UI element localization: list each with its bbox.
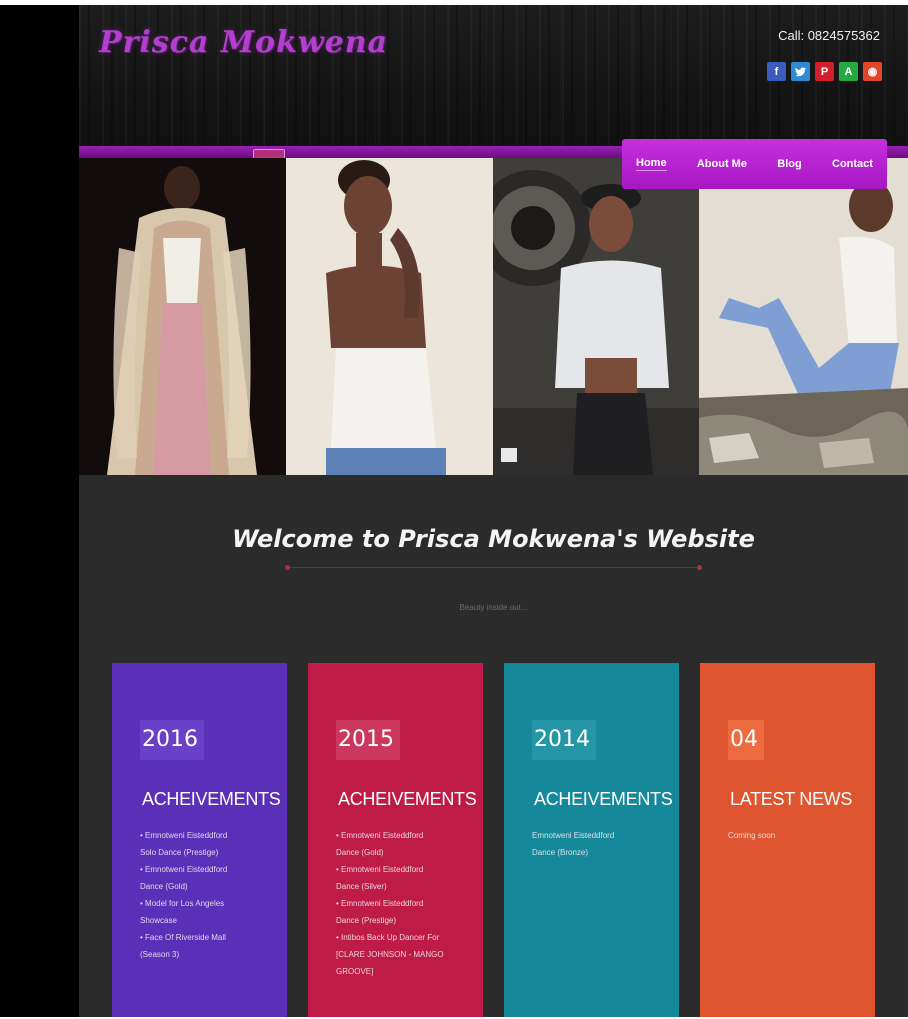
pinterest-icon[interactable]: P: [815, 62, 834, 81]
list-item: • Emnotweni Eisteddford: [140, 865, 228, 874]
photo-gallery: [79, 158, 908, 475]
card-year: 2015: [336, 720, 400, 760]
android-icon[interactable]: A: [839, 62, 858, 81]
list-item: Dance (Gold): [336, 848, 384, 857]
list-item: (Season 3): [140, 950, 180, 959]
list-item: • Intibos Back Up Dancer For: [336, 933, 440, 942]
card-items: • Emnotweni Eisteddford Dance (Gold) • E…: [336, 827, 466, 980]
card-items: • Emnotweni Eisteddford Solo Dance (Pres…: [140, 827, 270, 963]
social-links: f P A ◉: [767, 62, 882, 81]
list-item: • Model for Los Angeles: [140, 899, 225, 908]
card-year: 04: [728, 720, 764, 760]
card-title: ACHEIVEMENTS: [534, 789, 673, 809]
welcome-divider: [287, 567, 699, 568]
card-year: 2016: [140, 720, 204, 760]
list-item: Emnotweni Eisteddford: [532, 831, 615, 840]
twitter-icon[interactable]: [791, 62, 810, 81]
list-item: Showcase: [140, 916, 177, 925]
card-items: Emnotweni Eisteddford Dance (Bronze): [532, 827, 662, 861]
nav-about-me[interactable]: About Me: [697, 158, 747, 170]
nav-home[interactable]: Home: [636, 157, 667, 171]
photo-jeans-art: [699, 158, 908, 475]
list-item: Coming soon: [728, 831, 776, 840]
list-item: • Emnotweni Eisteddford: [336, 899, 424, 908]
photo-robe-art: [79, 158, 286, 475]
phone-number: Call: 0824575362: [778, 28, 880, 43]
facebook-icon[interactable]: f: [767, 62, 786, 81]
list-item: • Face Of Riverside Mall: [140, 933, 226, 942]
card-items: Coming soon: [728, 827, 858, 844]
photo-jeans[interactable]: [699, 158, 908, 475]
page-frame: Prisca Mokwena Call: 0824575362 f P A ◉ …: [0, 5, 908, 1017]
main-nav: Home About Me Blog Contact: [622, 139, 887, 189]
photo-pilot-art: [493, 158, 699, 475]
nav-blog[interactable]: Blog: [777, 158, 801, 170]
header: Prisca Mokwena Call: 0824575362 f P A ◉: [79, 5, 908, 155]
list-item: Solo Dance (Prestige): [140, 848, 219, 857]
list-item: [CLARE JOHNSON - MANGO: [336, 950, 444, 959]
card-title: ACHEIVEMENTS: [142, 789, 281, 809]
welcome-tagline: Beauty inside out...: [459, 603, 528, 612]
divider-dot-right: [697, 565, 702, 570]
list-item: • Emnotweni Eisteddford: [336, 865, 424, 874]
card-2014: 2014 ACHEIVEMENTS Emnotweni Eisteddford …: [504, 663, 679, 1017]
card-year: 2014: [532, 720, 596, 760]
phone-label: Call: 0824575362: [778, 28, 880, 43]
card-2015: 2015 ACHEIVEMENTS • Emnotweni Eisteddfor…: [308, 663, 483, 1017]
list-item: • Emnotweni Eisteddford: [140, 831, 228, 840]
card-2016: 2016 ACHEIVEMENTS • Emnotweni Eisteddfor…: [112, 663, 287, 1017]
googleplus-icon[interactable]: ◉: [863, 62, 882, 81]
list-item: Dance (Gold): [140, 882, 188, 891]
photo-portrait-art: [286, 158, 493, 475]
photo-portrait[interactable]: [286, 158, 493, 475]
list-item: Dance (Silver): [336, 882, 387, 891]
list-item: Dance (Prestige): [336, 916, 397, 925]
card-latest-news: 04 LATEST NEWS Coming soon: [700, 663, 875, 1017]
photo-robe[interactable]: [79, 158, 286, 475]
welcome-title: Welcome to Prisca Mokwena's Website: [232, 525, 755, 553]
nav-contact[interactable]: Contact: [832, 158, 873, 170]
photo-pilot[interactable]: [493, 158, 699, 475]
divider-dot-left: [285, 565, 290, 570]
list-item: Dance (Bronze): [532, 848, 589, 857]
site-logo[interactable]: Prisca Mokwena: [99, 25, 388, 60]
card-title: LATEST NEWS: [730, 789, 853, 809]
website: Prisca Mokwena Call: 0824575362 f P A ◉ …: [79, 5, 908, 1017]
card-title: ACHEIVEMENTS: [338, 789, 477, 809]
list-item: • Emnotweni Eisteddford: [336, 831, 424, 840]
list-item: GROOVE]: [336, 967, 374, 976]
